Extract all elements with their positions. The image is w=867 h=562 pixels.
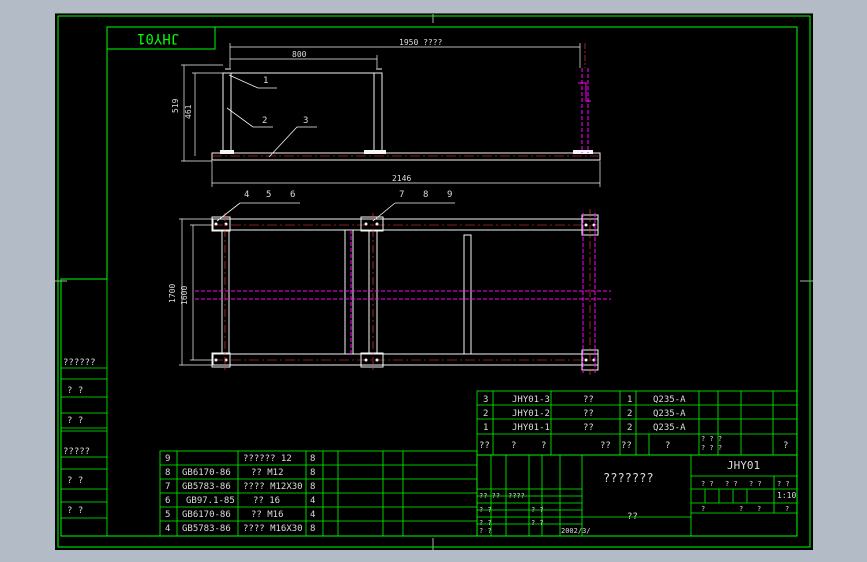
- table-cell: 2: [483, 409, 489, 419]
- title-block-small: ?: [739, 505, 744, 513]
- table-cell: 9: [165, 454, 171, 464]
- table-cell: ???? M16X30: [243, 524, 303, 534]
- title-block-label: ? ?: [531, 506, 544, 514]
- dim-1700: 1700: [168, 283, 177, 303]
- title-block-label: ? ?: [479, 506, 492, 514]
- table-header: ?: [665, 441, 671, 451]
- callout-6: 6: [290, 190, 296, 200]
- dim-1600: 1600: [180, 285, 189, 305]
- table-header: ?: [783, 441, 789, 451]
- left-strip-label: ??????: [63, 358, 96, 368]
- dim-800: 800: [292, 50, 307, 59]
- table-cell: JHY01-2: [512, 409, 550, 419]
- table-cell: 3: [483, 395, 489, 405]
- title-block-small: ? ?: [701, 480, 714, 488]
- table-cell: ?? M16: [251, 510, 284, 520]
- plan-view: [179, 202, 611, 375]
- table-header: ??: [479, 441, 490, 451]
- title-block-label: ? ?: [531, 519, 544, 527]
- table-cell: 8: [310, 524, 316, 534]
- title-block-small: ?: [757, 505, 762, 513]
- left-strip-label: ?????: [63, 447, 91, 457]
- table-cell: Q235-A: [653, 409, 686, 419]
- left-strip-table: [60, 279, 108, 536]
- dim-1950: 1950 ????: [399, 38, 443, 47]
- title-block-small: ? ?: [749, 480, 762, 488]
- table-cell: ?? M12: [251, 468, 284, 478]
- table-cell: ??: [583, 395, 594, 405]
- front-view: [181, 43, 601, 187]
- table-header: ? ? ? ? ? ?: [701, 435, 723, 452]
- table-cell: 8: [310, 482, 316, 492]
- table-cell: JHY01-1: [512, 423, 550, 433]
- table-header: ?: [541, 441, 547, 451]
- dim-519: 519: [171, 98, 180, 113]
- title-block-date: 2002/3/: [561, 527, 591, 535]
- outer-frame: [57, 15, 811, 548]
- table-cell: 8: [165, 468, 171, 478]
- code-box-label: JHY01: [137, 30, 180, 46]
- material: ??: [627, 512, 638, 522]
- callout-2: 2: [262, 116, 268, 126]
- table-cell: GB97.1-85: [186, 496, 235, 506]
- table-cell: GB5783-86: [182, 524, 231, 534]
- table-cell: 1: [627, 395, 633, 405]
- table-cell: 8: [310, 454, 316, 464]
- title-block-small: ?: [701, 505, 706, 513]
- table-cell: 7: [165, 482, 171, 492]
- table-header: ??: [600, 441, 611, 451]
- table-cell: 8: [310, 468, 316, 478]
- table-cell: Q235-A: [653, 423, 686, 433]
- table-cell: 4: [165, 524, 171, 534]
- callout-3: 3: [303, 116, 309, 126]
- callout-8: 8: [423, 190, 429, 200]
- title-block-label: ?? ??: [479, 492, 501, 500]
- table-cell: GB6170-86: [182, 510, 231, 520]
- title-block-label: ????: [508, 492, 525, 500]
- drawing-code: JHY01: [727, 459, 761, 472]
- dim-2146: 2146: [392, 174, 412, 183]
- table-header: ??: [621, 441, 632, 451]
- table-cell: GB5783-86: [182, 482, 231, 492]
- table-cell: 2: [627, 423, 633, 433]
- dim-461: 461: [184, 104, 193, 119]
- title-block-small: ? ?: [725, 480, 738, 488]
- table-header: ?: [511, 441, 517, 451]
- left-strip-label: ? ?: [67, 416, 84, 426]
- callout-5: 5: [266, 190, 272, 200]
- table-cell: ??: [583, 409, 594, 419]
- title-block-label: ? ?: [479, 527, 492, 535]
- table-cell: ?????? 12: [243, 454, 292, 464]
- table-cell: ??: [583, 423, 594, 433]
- callout-9: 9: [447, 190, 453, 200]
- left-strip-label: ? ?: [67, 506, 84, 516]
- left-strip-label: ? ?: [67, 476, 84, 486]
- table-cell: 1: [483, 423, 489, 433]
- left-strip-label: ? ?: [67, 386, 84, 396]
- table-cell: GB6170-86: [182, 468, 231, 478]
- title-block-small: ? ?: [777, 480, 790, 488]
- table-cell: 2: [627, 409, 633, 419]
- table-cell: 6: [165, 496, 171, 506]
- table-cell: 4: [310, 510, 316, 520]
- callout-7: 7: [399, 190, 405, 200]
- table-cell: Q235-A: [653, 395, 686, 405]
- callout-1: 1: [263, 76, 269, 86]
- title-block-small: ?: [785, 505, 790, 513]
- table-cell: JHY01-3: [512, 395, 550, 405]
- table-cell: ?? 16: [253, 496, 281, 506]
- scale: 1:10: [777, 491, 797, 500]
- table-cell: 5: [165, 510, 171, 520]
- table-cell: 4: [310, 496, 316, 506]
- drawing-sheet: JHY01 800 1950 ???? 519 461 2146 1700 16…: [55, 13, 813, 550]
- callout-4: 4: [244, 190, 250, 200]
- drawing-title: ???????: [603, 471, 654, 485]
- table-cell: ???? M12X30: [243, 482, 303, 492]
